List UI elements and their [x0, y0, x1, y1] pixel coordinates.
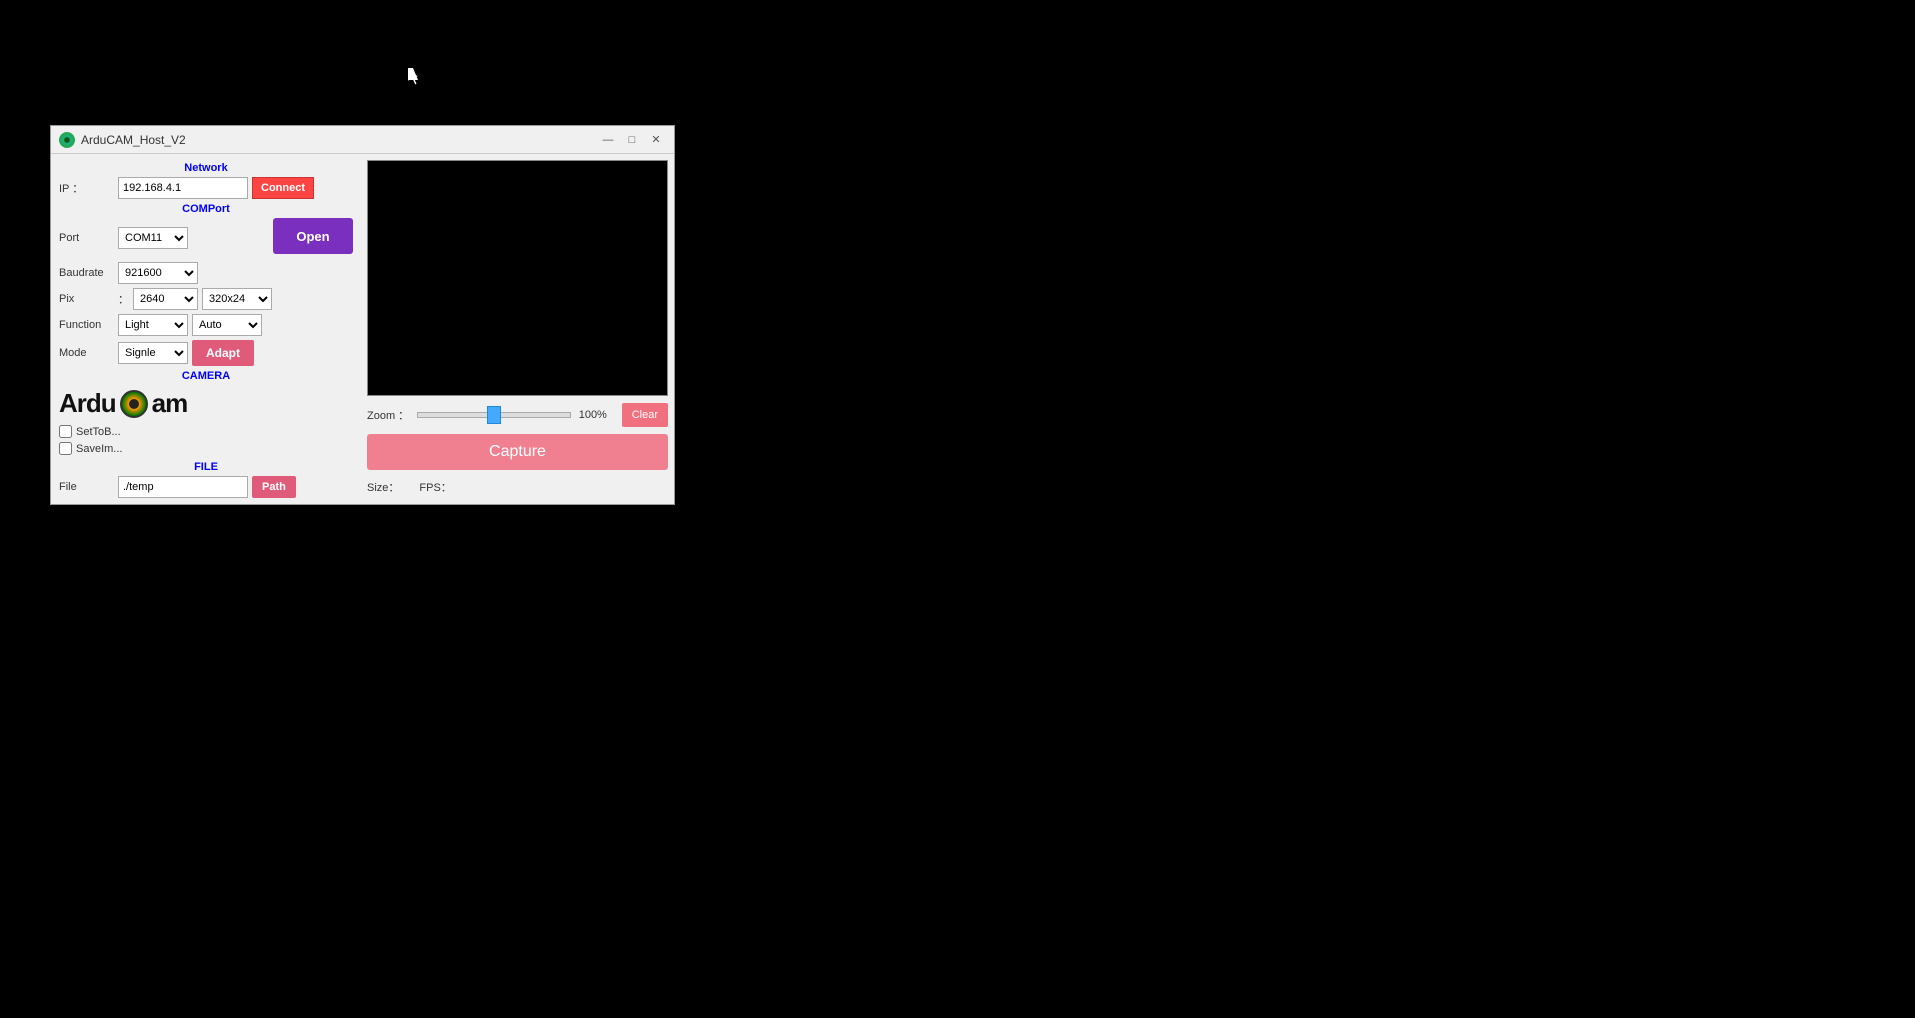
comport-section: COMPort Port COM11 COM1 COM2 Open Baudra… — [59, 203, 353, 366]
port-select[interactable]: COM11 COM1 COM2 — [118, 227, 188, 249]
pix-label: Pix — [59, 293, 114, 305]
saveim-label: SaveIm... — [76, 443, 122, 455]
zoom-row: Zoom ： 100% Clear — [367, 402, 668, 428]
function-sub-select[interactable]: Auto Manual — [192, 314, 262, 336]
title-bar: ArduCAM_Host_V2 — □ ✕ — [51, 126, 674, 154]
file-section: FILE File Path — [59, 461, 353, 498]
ip-row: IP ： Connect — [59, 177, 353, 199]
function-label: Function — [59, 319, 114, 331]
settob-row: SetToB... — [59, 425, 353, 438]
arducam-text-1: Ardu — [59, 388, 116, 419]
function-row: Function Light Dark Color Auto Manual — [59, 314, 353, 336]
file-path-input[interactable] — [118, 476, 248, 498]
capture-button[interactable]: Capture — [367, 434, 668, 470]
clear-button[interactable]: Clear — [622, 403, 668, 427]
comport-label: COMPort — [59, 203, 353, 215]
file-label: FILE — [59, 461, 353, 473]
camera-section: CAMERA Ardu am — [59, 370, 353, 419]
zoom-percent: 100% — [579, 409, 614, 421]
adapt-button[interactable]: Adapt — [192, 340, 254, 366]
camera-view — [367, 160, 668, 396]
title-bar-left: ArduCAM_Host_V2 — [59, 132, 186, 148]
ip-input[interactable] — [118, 177, 248, 199]
camera-label: CAMERA — [59, 370, 353, 382]
path-button[interactable]: Path — [252, 476, 296, 498]
fps-label: FPS： — [419, 479, 451, 495]
settob-checkbox[interactable] — [59, 425, 72, 438]
arducam-camera-icon — [120, 390, 148, 418]
network-section: Network IP ： Connect — [59, 162, 353, 199]
network-label: Network — [59, 162, 353, 174]
settob-label: SetToB... — [76, 426, 121, 438]
saveim-row: SaveIm... — [59, 442, 353, 455]
window-controls: — □ ✕ — [598, 132, 666, 148]
application-window: ArduCAM_Host_V2 — □ ✕ Network IP ： Conne… — [50, 125, 675, 505]
mouse-cursor — [408, 68, 420, 86]
pix-resolution-select[interactable]: 2640 1920 1280 — [133, 288, 198, 310]
connect-button[interactable]: Connect — [252, 177, 314, 199]
arducam-logo: Ardu am — [59, 388, 353, 419]
left-panel: Network IP ： Connect COMPort Port COM11 … — [51, 154, 361, 504]
function-select[interactable]: Light Dark Color — [118, 314, 188, 336]
pix-size-select[interactable]: 320x24 640x480 1280x720 — [202, 288, 272, 310]
close-button[interactable]: ✕ — [646, 132, 666, 148]
baudrate-row: Baudrate 921600 115200 57600 — [59, 262, 353, 284]
window-body: Network IP ： Connect COMPort Port COM11 … — [51, 154, 674, 504]
window-title: ArduCAM_Host_V2 — [81, 133, 186, 147]
arducam-text-2: am — [152, 388, 188, 419]
zoom-label: Zoom ： — [367, 407, 409, 423]
maximize-button[interactable]: □ — [622, 132, 642, 148]
zoom-slider[interactable] — [417, 412, 571, 418]
saveim-checkbox[interactable] — [59, 442, 72, 455]
open-button[interactable]: Open — [273, 218, 353, 254]
mode-label: Mode — [59, 347, 114, 359]
pix-colon: ： — [118, 291, 129, 307]
size-label: Size： — [367, 479, 399, 495]
port-label: Port — [59, 232, 114, 244]
file-field-label: File — [59, 481, 114, 493]
mode-select[interactable]: Signle Continuous — [118, 342, 188, 364]
ip-label: IP ： — [59, 180, 114, 196]
app-icon — [59, 132, 75, 148]
status-row: Size： FPS： — [367, 476, 668, 498]
baudrate-select[interactable]: 921600 115200 57600 — [118, 262, 198, 284]
minimize-button[interactable]: — — [598, 132, 618, 148]
port-row: Port COM11 COM1 COM2 Open — [59, 218, 353, 258]
file-row: File Path — [59, 476, 353, 498]
mode-row: Mode Signle Continuous Adapt — [59, 340, 353, 366]
baudrate-label: Baudrate — [59, 267, 114, 279]
pix-row: Pix ： 2640 1920 1280 320x24 640x480 1280… — [59, 288, 353, 310]
right-panel: Zoom ： 100% Clear Capture Size： FPS： — [361, 154, 674, 504]
